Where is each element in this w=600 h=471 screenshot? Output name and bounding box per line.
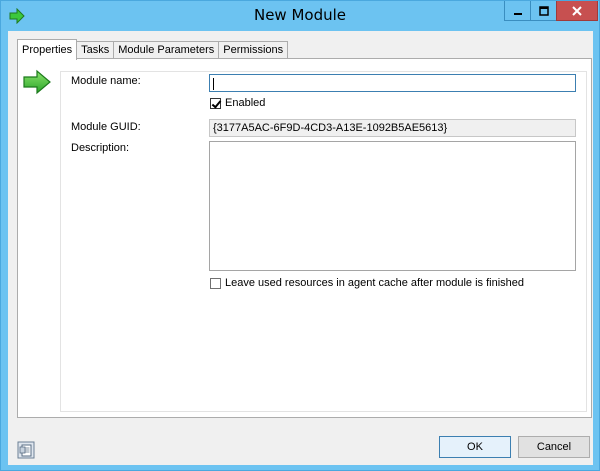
ok-button-label: OK bbox=[467, 441, 483, 453]
tab-module-parameters[interactable]: Module Parameters bbox=[113, 41, 220, 59]
close-icon bbox=[572, 5, 582, 16]
enabled-checkbox[interactable] bbox=[210, 98, 221, 109]
cancel-button-label: Cancel bbox=[536, 441, 572, 453]
ok-button[interactable]: OK bbox=[439, 436, 511, 458]
properties-form: Module name: Enabled Module GUID: {3177A… bbox=[60, 71, 587, 412]
tab-properties[interactable]: Properties bbox=[17, 39, 78, 60]
maximize-button[interactable] bbox=[530, 1, 557, 21]
document-icon[interactable] bbox=[17, 441, 35, 459]
minimize-button[interactable] bbox=[504, 1, 531, 21]
close-button[interactable] bbox=[556, 1, 598, 21]
maximize-icon bbox=[538, 5, 549, 16]
leave-resources-label: Leave used resources in agent cache afte… bbox=[225, 277, 525, 289]
enabled-label: Enabled bbox=[225, 97, 266, 109]
cancel-button[interactable]: Cancel bbox=[518, 436, 590, 458]
minimize-icon bbox=[513, 12, 522, 15]
module-guid-field: {3177A5AC-6F9D-4CD3-A13E-1092B5AE5613} bbox=[209, 119, 576, 137]
green-arrow-icon bbox=[23, 69, 51, 95]
leave-resources-checkbox[interactable] bbox=[210, 278, 221, 289]
description-textarea[interactable] bbox=[209, 141, 576, 271]
module-guid-label: Module GUID: bbox=[71, 121, 141, 133]
module-name-input[interactable] bbox=[209, 74, 576, 92]
dialog-body: Properties Tasks Module Parameters Permi… bbox=[8, 31, 593, 465]
tab-tasks[interactable]: Tasks bbox=[76, 41, 115, 59]
new-module-window: New Module Properties Tasks Module Param… bbox=[0, 0, 600, 471]
tab-strip: Properties Tasks Module Parameters Permi… bbox=[17, 39, 289, 60]
tab-permissions[interactable]: Permissions bbox=[218, 41, 289, 59]
title-bar[interactable]: New Module bbox=[1, 1, 599, 30]
module-name-label: Module name: bbox=[71, 75, 141, 87]
text-caret bbox=[213, 78, 214, 90]
properties-panel: Module name: Enabled Module GUID: {3177A… bbox=[17, 58, 592, 418]
description-label: Description: bbox=[71, 142, 130, 154]
